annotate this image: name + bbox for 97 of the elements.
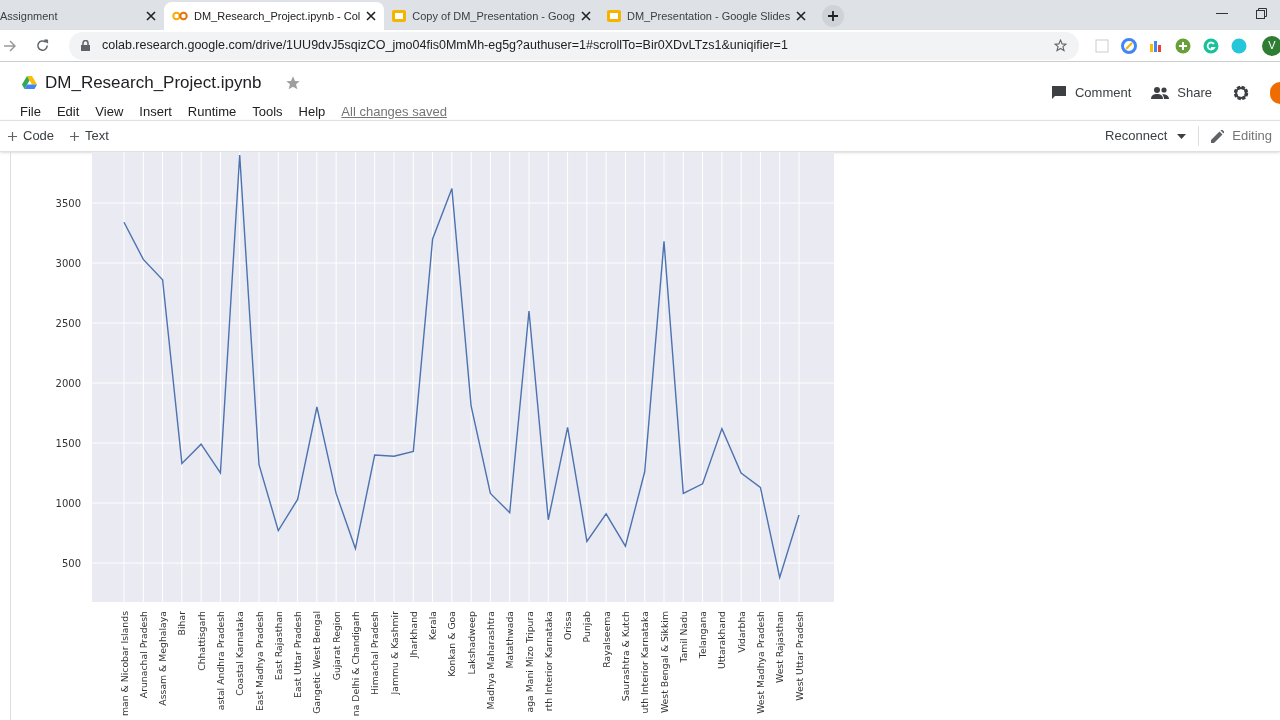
browser-tab[interactable]: DM_Research_Project.ipynb - Col (164, 2, 385, 30)
comment-icon (1050, 85, 1067, 101)
star-icon[interactable] (1054, 39, 1067, 52)
y-tick-label: 1000 (55, 497, 81, 509)
plus-icon (8, 131, 17, 141)
x-tick-label: na Delhi & Chandigarh (349, 611, 361, 717)
x-tick-label: Coastal Karnataka (234, 611, 246, 696)
browser-tab[interactable]: DM_Presentation - Google Slides (598, 2, 815, 30)
colab-logo-icon (172, 11, 188, 21)
x-tick-label: Saurashtra & Kutch (619, 611, 631, 702)
new-tab-button[interactable] (822, 5, 845, 27)
x-tick-label: Jharkhand (407, 611, 419, 658)
tab-title: Assignment (0, 8, 59, 24)
header-action-button[interactable]: Share (1151, 83, 1212, 103)
account-avatar[interactable] (1270, 82, 1280, 104)
save-status-link[interactable]: All changes saved (341, 101, 447, 121)
close-icon[interactable] (796, 11, 807, 21)
x-tick-label: Tamil Nadu (677, 611, 689, 663)
x-tick-label: West Rajasthan (774, 611, 786, 683)
y-tick-label: 3000 (55, 257, 81, 269)
x-tick-label: Vidarbha (735, 611, 747, 653)
close-icon[interactable] (146, 11, 156, 21)
browser-tab[interactable]: Copy of DM_Presentation - Goog (384, 2, 599, 30)
x-tick-label: East Uttar Pradesh (292, 611, 304, 698)
x-tick-label: Arunachal Pradesh (137, 611, 149, 699)
editing-mode-button[interactable]: Editing (1211, 126, 1272, 146)
x-tick-label: West Bengal & Sikkim (658, 611, 670, 714)
star-icon[interactable] (285, 74, 302, 91)
slides-icon (392, 9, 407, 23)
close-icon[interactable] (366, 11, 377, 21)
x-tick-label: Lakshadweep (465, 611, 477, 675)
people-icon (1151, 87, 1170, 99)
x-tick-label: Rayalseema (600, 611, 612, 668)
tab-title: DM_Research_Project.ipynb - Col (194, 8, 361, 24)
x-tick-label: West Madhya Pradesh (754, 611, 766, 714)
x-tick-label: uth Interior Karnataka (639, 611, 651, 714)
add-cell-button[interactable]: Code (8, 126, 55, 146)
y-tick-label: 500 (61, 557, 81, 569)
x-tick-label: Chhattisgarh (195, 611, 207, 671)
slides-icon (606, 9, 621, 23)
browser-tab[interactable]: Assignment (0, 2, 164, 30)
y-tick-label: 1500 (55, 437, 81, 449)
add-cell-button[interactable]: Text (70, 126, 109, 146)
close-icon[interactable] (580, 11, 591, 21)
reload-icon[interactable] (36, 39, 49, 52)
bar-chart-icon[interactable] (1149, 38, 1163, 53)
reconnect-button[interactable]: Reconnect (1105, 126, 1200, 146)
x-tick-label: astal Andhra Pradesh (214, 611, 226, 711)
profile-avatar[interactable]: V (1262, 35, 1280, 56)
menu-item[interactable]: View (95, 101, 124, 121)
x-tick-label: Gangetic West Bengal (311, 611, 323, 714)
menu-item[interactable]: Runtime (187, 101, 237, 121)
x-tick-label: Jammu & Kashmir (388, 611, 400, 695)
header-action-button[interactable]: Comment (1050, 83, 1132, 103)
x-tick-label: Punjab (581, 611, 593, 643)
y-tick-label: 3500 (55, 197, 81, 209)
restore-icon[interactable] (1256, 8, 1267, 19)
address-bar[interactable]: colab.research.google.com/drive/1UU9dvJ5sqizCO_jmo04fis0MmMh-eg5g?authuser=1#scrollTo=Bir0XDvLTzs1&uniqifier=1 (69, 31, 1079, 60)
x-tick-label: Kerala (427, 611, 439, 641)
x-tick-label: Konkan & Goa (446, 611, 458, 677)
caret-icon (1177, 133, 1187, 139)
menu-item[interactable]: Tools (252, 101, 283, 121)
menu-item[interactable]: Edit (56, 101, 80, 121)
x-tick-label: Assam & Meghalaya (157, 611, 169, 706)
x-tick-label: Matathwada (504, 611, 516, 669)
menu-item[interactable]: File (20, 101, 41, 121)
x-tick-label: Bihar (176, 611, 188, 636)
forward-icon[interactable] (4, 39, 16, 52)
plus-icon (827, 10, 840, 22)
lock-icon (81, 40, 90, 51)
x-tick-label: East Rajasthan (272, 611, 284, 681)
y-tick-label: 2500 (55, 317, 81, 329)
settings-icon[interactable] (1232, 84, 1250, 102)
x-tick-label: Madhya Maharashtra (484, 611, 496, 710)
plus-circle-icon[interactable] (1175, 37, 1191, 54)
menu-item[interactable]: Help (298, 101, 326, 121)
x-tick-label: East Madhya Pradesh (253, 611, 265, 711)
y-tick-label: 2000 (55, 377, 81, 389)
x-tick-label: Himachal Pradesh (369, 611, 381, 695)
x-tick-label: West Uttar Pradesh (793, 611, 805, 701)
minimize-icon[interactable] (1216, 13, 1228, 15)
x-tick-label: Telangana (697, 611, 709, 659)
extension-icon[interactable] (1121, 37, 1137, 54)
tab-title: DM_Presentation - Google Slides (626, 8, 791, 24)
pencil-icon (1211, 129, 1225, 143)
x-tick-label: aga Mani Mizo Tripura (523, 611, 535, 713)
x-tick-label: Gujarat Region (330, 611, 342, 681)
url-text: colab.research.google.com/drive/1UU9dvJ5sqizCO_jmo04fis0MmMh-eg5g?authuser=1#scrollTo=Bir0XDvLTzs1&uniqifier=1 (102, 37, 789, 55)
x-tick-label: Uttarakhand (716, 611, 728, 670)
notebook-title[interactable]: DM_Research_Project.ipynb (45, 70, 262, 96)
x-tick-label: man & Nicobar Islands (118, 611, 130, 717)
x-tick-label: Orissa (562, 611, 574, 641)
plus-icon (70, 131, 80, 141)
tab-title: Copy of DM_Presentation - Goog (412, 8, 575, 24)
drive-icon[interactable] (22, 76, 37, 90)
menu-item[interactable]: Insert (139, 101, 172, 121)
x-tick-label: rth Interior Karnataka (542, 611, 554, 712)
